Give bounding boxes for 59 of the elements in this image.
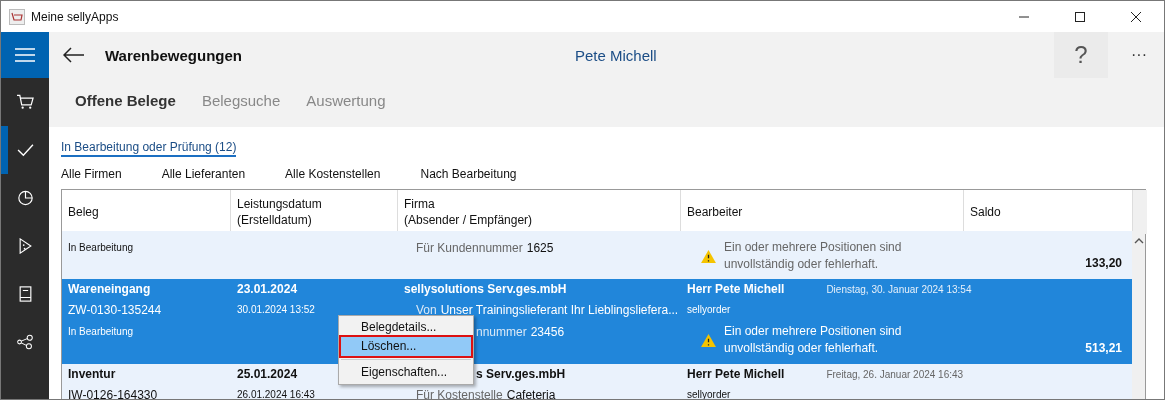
pie-chart-icon[interactable] <box>16 190 34 206</box>
field-value: Cafeteria <box>506 387 556 399</box>
menu-item[interactable]: Eigenschaften... <box>339 363 473 382</box>
document-type: Wareneingang <box>68 281 152 298</box>
editor-name: Herr Pete Michell <box>687 281 785 298</box>
created-date: 26.01.2024 16:43 <box>237 388 316 399</box>
service-date: 23.01.2024 <box>237 281 299 298</box>
page-title: Warenbewegungen <box>105 46 243 64</box>
user-name: sellyorder <box>687 303 732 317</box>
app-icon <box>9 8 25 25</box>
table-row[interactable]: In Bearbeitung Für Kundennummer 1625 Ein oder mehrere Positionen sind unvollständig oder fehlerhaft. 133,20 <box>62 231 1132 279</box>
field-label: Für Kostenstelle <box>415 387 503 399</box>
filter-button[interactable]: Alle Lieferanten <box>161 167 246 181</box>
user-name: Pete Michell <box>575 46 658 64</box>
status-text: In Bearbeitung <box>68 241 135 255</box>
menu-item[interactable]: Belegdetails... <box>339 318 473 337</box>
selection-bar <box>1 126 8 174</box>
menu-item[interactable]: Löschen... <box>341 337 471 356</box>
table-row[interactable] <box>62 279 1132 364</box>
more-button[interactable]: ··· <box>1114 32 1164 78</box>
field-value: 23456 <box>530 324 565 341</box>
warning-text: Ein oder mehrere Positionen sind unvollständig oder fehlerhaft. <box>724 323 903 357</box>
balance-amount: 133,20 <box>1085 255 1122 272</box>
check-icon[interactable] <box>16 142 34 158</box>
document-type: Inventur <box>68 366 117 383</box>
menu-icon[interactable] <box>15 48 35 62</box>
filter-button[interactable]: Nach Bearbeitung <box>420 167 517 181</box>
field-value: Unser Trainingslieferant Ihr Lieblingsliefera... <box>440 302 679 319</box>
view-link[interactable]: In Bearbeitung oder Prüfung (12) <box>61 140 237 157</box>
company-name: sellysolutions Serv.ges.mbH <box>404 281 568 298</box>
field-label: nnummer <box>476 324 527 341</box>
close-icon[interactable] <box>1130 10 1142 23</box>
sidebar-item[interactable] <box>1 32 49 78</box>
balance-amount: 513,21 <box>1085 340 1122 357</box>
filter-button[interactable]: Alle Firmen <box>61 167 122 181</box>
field-label: Für Kundennummer <box>415 240 523 257</box>
edit-timestamp: Dienstag, 30. Januar 2024 13:54 <box>826 284 972 295</box>
filter-button[interactable]: Alle Kostenstellen <box>285 167 381 181</box>
edit-timestamp: Freitag, 26. Januar 2024 16:43 <box>826 369 964 380</box>
warning-icon <box>701 249 716 263</box>
scroll-up-icon[interactable] <box>1133 238 1144 244</box>
document-number: ZW-0130-135244 <box>68 302 163 319</box>
header-corner <box>1133 190 1147 234</box>
scrollbar[interactable] <box>1132 231 1145 399</box>
share-icon[interactable] <box>16 334 34 350</box>
created-date: 30.01.2024 13:52 <box>237 303 316 317</box>
back-arrow-icon[interactable] <box>63 47 85 63</box>
status-text: In Bearbeitung <box>68 325 135 339</box>
editor-name: Herr Pete Michell <box>687 366 785 383</box>
field-label: Von <box>415 302 437 319</box>
maximize-icon[interactable] <box>1074 10 1086 23</box>
field-value: 1625 <box>526 240 554 257</box>
cart-icon[interactable] <box>16 94 34 110</box>
tab[interactable]: Offene Belege <box>75 92 176 109</box>
warning-icon <box>701 333 716 347</box>
warning-text: Ein oder mehrere Positionen sind unvollständig oder fehlerhaft. <box>724 239 903 273</box>
help-button[interactable]: ? <box>1054 32 1108 78</box>
window-title: Meine sellyApps <box>31 9 119 24</box>
document-number: IW-0126-164330 <box>68 387 159 399</box>
